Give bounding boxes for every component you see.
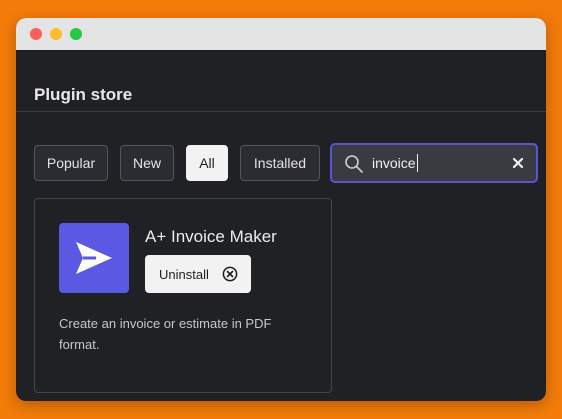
title-bar [16,18,546,50]
filter-new-button[interactable]: New [120,145,174,181]
zoom-window-button[interactable] [70,28,82,40]
header: Plugin store [16,50,546,112]
search-value[interactable]: invoice [372,154,418,172]
uninstall-button[interactable]: Uninstall [145,255,251,293]
filter-installed-button[interactable]: Installed [240,145,320,181]
plugin-card: A+ Invoice Maker Uninstall Create an inv… [34,198,332,393]
plugin-name: A+ Invoice Maker [145,227,277,246]
uninstall-label: Uninstall [159,267,209,282]
plugin-description: Create an invoice or estimate in PDF for… [59,316,272,352]
close-icon[interactable] [510,155,526,171]
plugin-store-window: Plugin store Popular New All Installed i… [16,18,546,401]
send-arrow-icon [59,223,129,293]
minimize-window-button[interactable] [50,28,62,40]
search-input[interactable]: invoice [330,143,538,183]
close-window-button[interactable] [30,28,42,40]
search-icon [344,154,364,174]
filter-popular-button[interactable]: Popular [34,145,108,181]
filter-all-button[interactable]: All [186,145,228,181]
page-title: Plugin store [34,85,133,104]
circle-x-icon [222,266,238,282]
